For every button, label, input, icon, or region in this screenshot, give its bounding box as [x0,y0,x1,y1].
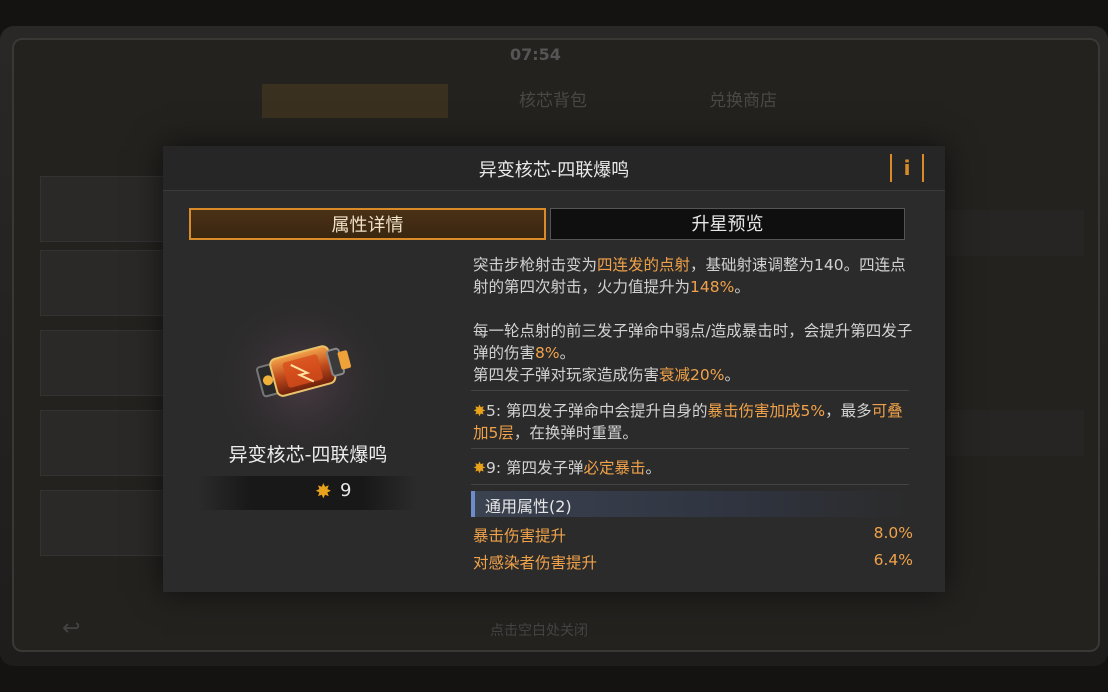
item-name: 异变核芯-四联爆鸣 [228,444,388,466]
modal-header: 异变核芯-四联爆鸣 i [163,146,945,191]
stat-name: 对感染者伤害提升 [473,554,598,572]
divider [471,390,909,391]
stat-value: 6.4% [873,551,913,569]
background-list-item [40,330,166,396]
star-icon: ✸ [315,479,332,503]
description-paragraph: 第四发子弹对玩家造成伤害衰减20%。 [473,366,740,384]
back-icon: ↩ [62,616,81,641]
star-icon: ✸ [473,402,486,420]
background-list-item [944,410,1084,456]
background-list-item [944,210,1084,256]
star-icon: ✸ [473,459,486,477]
core-description: 突击步枪射击变为四连发的点射，基础射速调整为140。四连点射的第四次射击，火力值… [473,254,913,386]
background-tab-exchange-shop: 兑换商店 [709,91,777,111]
close-hint: 点击空白处关闭 [490,623,588,639]
description-paragraph: 每一轮点射的前三发子弹命中弱点/造成暴击时，会提升第四发子弹的伤害8%。 [473,322,913,362]
stat-row: 对感染者伤害提升 6.4% [473,551,913,575]
background-list-item [40,250,166,316]
background-list-item [40,490,166,556]
general-attributes-header: 通用属性(2) [471,491,909,517]
core-detail-modal: 异变核芯-四联爆鸣 i 属性详情 升星预览 异变核芯-四联爆鸣 ✸ 9 突击步枪… [163,146,945,592]
description-paragraph: 突击步枪射击变为四连发的点射，基础射速调整为140。四连点射的第四次射击，火力值… [473,256,906,296]
general-attributes-title: 通用属性(2) [485,497,572,516]
star-effect-9: ✸9: 第四发子弹必定暴击。 [473,459,662,477]
info-icon: i [903,156,911,180]
tab-attribute-details[interactable]: 属性详情 [189,208,546,240]
background-list-item [40,410,166,476]
stat-name: 暴击伤害提升 [473,527,567,545]
stat-row: 暴击伤害提升 8.0% [473,524,913,548]
stat-value: 8.0% [873,524,913,542]
modal-title: 异变核芯-四联爆鸣 [478,160,630,181]
info-button[interactable]: i [890,154,924,182]
background-list-item [40,176,166,242]
star-level-bar: ✸ 9 [197,476,417,510]
background-tab-core-bag: 核芯背包 [519,91,587,111]
background-clock: 07:54 [510,45,561,64]
background-tab-1 [262,84,448,118]
star-effect-5: ✸5: 第四发子弹命中会提升自身的暴击伤害加成5%，最多可叠加5层，在换弹时重置… [473,402,903,442]
section-accent-bar [471,491,475,517]
divider [471,484,909,485]
divider [471,448,909,449]
core-item-image [215,284,391,460]
tab-star-preview[interactable]: 升星预览 [550,208,905,240]
star-count: 9 [340,480,352,501]
